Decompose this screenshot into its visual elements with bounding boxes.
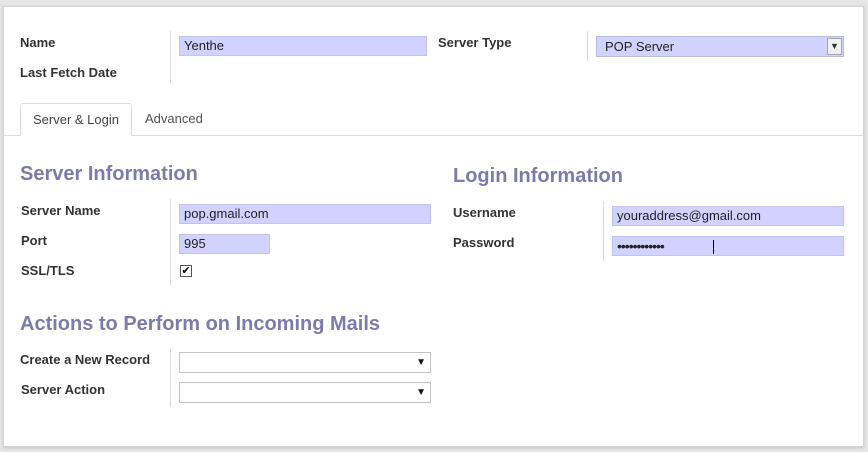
- password-label: Password: [453, 235, 515, 250]
- server-type-value: POP Server: [605, 39, 675, 54]
- server-type-select[interactable]: POP Server ▼: [596, 36, 844, 57]
- divider: [170, 31, 171, 83]
- text-caret: [713, 240, 714, 254]
- divider: [587, 31, 588, 61]
- server-name-label: Server Name: [21, 203, 101, 218]
- server-type-label: Server Type: [438, 35, 512, 50]
- form-sheet: Name Last Fetch Date Yenthe Server Type …: [3, 6, 864, 447]
- server-action-select[interactable]: ▼: [179, 382, 431, 403]
- create-record-select[interactable]: ▼: [179, 352, 431, 373]
- divider: [170, 199, 171, 285]
- username-label: Username: [453, 205, 516, 220]
- tab-advanced[interactable]: Advanced: [133, 103, 215, 136]
- tab-server-login[interactable]: Server & Login: [20, 103, 132, 136]
- chevron-down-icon: ▼: [827, 38, 842, 55]
- ssl-tls-checkbox[interactable]: ✔: [180, 265, 192, 277]
- password-input[interactable]: ••••••••••••: [612, 236, 844, 256]
- port-input[interactable]: 995: [179, 234, 270, 254]
- server-action-label: Server Action: [21, 382, 106, 397]
- name-label: Name: [20, 35, 56, 50]
- login-information-title: Login Information: [453, 165, 623, 187]
- server-information-title: Server Information: [20, 163, 198, 185]
- divider: [170, 349, 171, 407]
- username-input[interactable]: youraddress@gmail.com: [612, 206, 844, 226]
- ssl-tls-label: SSL/TLS: [21, 263, 75, 278]
- chevron-down-icon: ▼: [416, 387, 426, 398]
- last-fetch-date-label: Last Fetch Date: [20, 65, 117, 80]
- check-icon: ✔: [181, 265, 191, 277]
- server-name-input[interactable]: pop.gmail.com: [179, 204, 431, 224]
- chevron-down-icon: ▼: [416, 357, 426, 368]
- create-record-label: Create a New Record: [20, 352, 151, 367]
- divider: [603, 201, 604, 261]
- port-label: Port: [21, 233, 47, 248]
- actions-title: Actions to Perform on Incoming Mails: [20, 313, 381, 335]
- name-input[interactable]: Yenthe: [179, 36, 427, 56]
